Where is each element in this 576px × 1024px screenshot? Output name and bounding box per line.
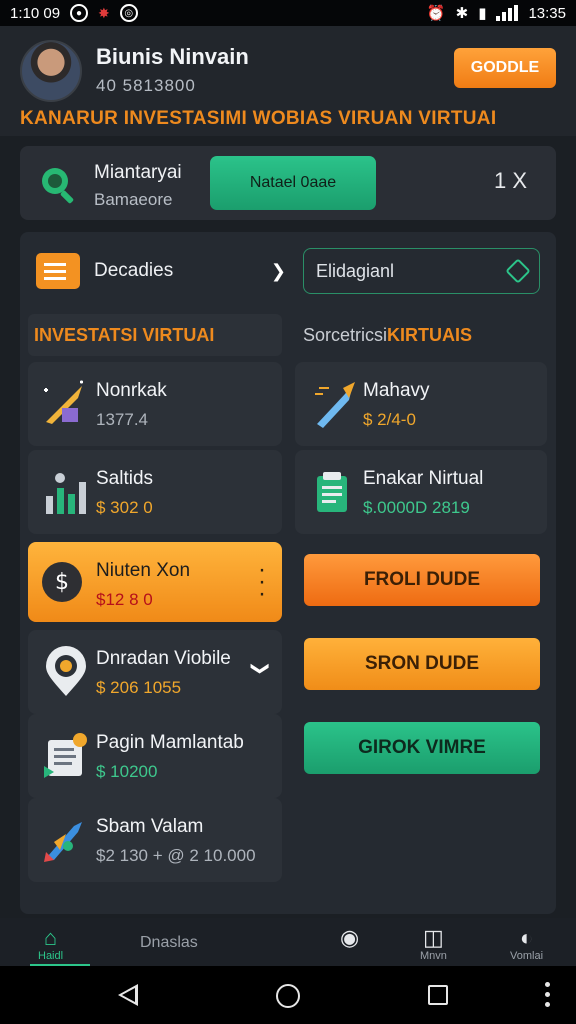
list-item[interactable]: Nonrkak 1377.4 — [28, 362, 282, 446]
chevron-down-icon: ❯ — [270, 260, 286, 281]
rocket-icon — [44, 822, 82, 862]
clipboard-icon — [317, 472, 347, 512]
item-value: $2 130 + @ 2 10.000 — [96, 846, 256, 865]
item-name: Sbam Valam — [96, 816, 204, 837]
search-icon — [42, 168, 74, 204]
status-bar: 1:10 09 ● ✸ ◎ ⏰ ✱ ▮ 13:35 — [0, 0, 576, 26]
promo-title: Miantaryai — [94, 162, 182, 183]
right-section-title: Sorcetricsi KIRTUAIS — [303, 314, 472, 356]
status-time-right: 13:35 — [528, 4, 566, 22]
system-nav-bar — [0, 966, 576, 1024]
location-pin-icon — [46, 646, 86, 696]
signal-icon — [496, 5, 519, 21]
list-icon — [36, 253, 80, 289]
user-name: Biunis Ninvain — [96, 44, 249, 69]
tab-chat[interactable]: ◐ Vomlai — [510, 925, 544, 963]
list-item[interactable]: Dnradan Viobile $ 206 1055 ❯ — [28, 630, 282, 714]
third-action-button[interactable]: GIROK VIMRE — [304, 722, 540, 774]
notification-icon: ● — [70, 4, 89, 22]
promo-card: Miantaryai Bamaeore Natael 0aae 1 X — [20, 146, 556, 220]
settings-icon: ◎ — [119, 4, 138, 22]
header-action-button[interactable]: GODDLE — [454, 48, 556, 88]
profile-header: Biunis Ninvain 40 5813800 GODDLE KANARUR… — [0, 26, 576, 136]
flash-icon: ✸ — [98, 4, 110, 21]
tab-book[interactable]: ◫ Mnvn — [420, 925, 447, 963]
second-action-button[interactable]: SRON DUDE — [304, 638, 540, 690]
left-section-title: INVESTATSI VIRTUAI — [28, 314, 282, 356]
book-icon: ◫ — [423, 925, 444, 950]
tab-label: Mnvn — [420, 950, 447, 962]
avatar[interactable] — [20, 40, 82, 102]
list-item[interactable]: Saltids $ 302 0 — [28, 450, 282, 534]
item-name: Niuten Xon — [96, 560, 191, 581]
filter-value: Elidagianl — [316, 260, 395, 281]
home-button-icon[interactable] — [276, 984, 300, 1008]
item-name: Dnradan Viobile — [96, 648, 231, 669]
item-name: Pagin Mamlantab — [96, 732, 244, 753]
close-icon[interactable]: 1 X — [494, 168, 527, 194]
item-value: $ 206 1055 — [96, 678, 182, 697]
item-value: $ 10200 — [96, 762, 158, 781]
more-options-icon[interactable]: · · · — [258, 558, 266, 606]
coin-icon: ◉ — [340, 925, 360, 950]
right-section-title-accent: KIRTUAIS — [387, 324, 473, 345]
home-icon: ⌂ — [43, 925, 58, 950]
svg-text:$: $ — [55, 570, 69, 595]
more-vertical-icon[interactable] — [545, 982, 550, 1007]
chat-icon: ◐ — [519, 925, 534, 950]
first-action-button[interactable]: FROLI DUDE — [304, 554, 540, 606]
tab-dnaslas[interactable]: Dnaslas — [140, 934, 198, 952]
promo-button[interactable]: Natael 0aae — [210, 156, 376, 210]
bluetooth-icon: ✱ — [455, 5, 469, 22]
chevron-down-icon[interactable]: ❯ — [250, 661, 271, 676]
back-icon[interactable] — [118, 984, 138, 1006]
battery-icon: ▮ — [478, 5, 487, 22]
tab-coin[interactable]: ◉ — [340, 926, 359, 950]
bar-chart-icon — [46, 473, 86, 514]
investment-panel: Decadies ❯ Elidagianl INVESTATSI VIRTUAI… — [20, 232, 556, 914]
recent-apps-icon[interactable] — [428, 985, 448, 1005]
item-value: $ 2/4-0 — [363, 410, 416, 429]
tab-label: Vomlai — [510, 950, 544, 962]
status-time-left: 1:10 09 — [10, 4, 61, 22]
dropdown-label: Decadies — [94, 260, 174, 281]
user-id: 40 5813800 — [96, 76, 196, 95]
alarm-icon: ⏰ — [426, 5, 446, 22]
coin-icon: $ — [42, 562, 82, 602]
list-item[interactable]: Mahavy $ 2/4-0 — [295, 362, 547, 446]
item-name: Nonrkak — [96, 380, 167, 401]
item-value: $12 8 0 — [96, 590, 153, 609]
item-value: 1377.4 — [96, 410, 148, 429]
promo-subtitle: Bamaeore — [94, 190, 173, 209]
tab-label: Dnaslas — [140, 934, 198, 951]
item-name: Enakar Nirtual — [363, 468, 484, 489]
rocket-icon — [315, 382, 355, 428]
item-value: $.0000D 2819 — [363, 498, 470, 517]
filter-input[interactable]: Elidagianl — [303, 248, 540, 294]
list-item[interactable]: Enakar Nirtual $.0000D 2819 — [295, 450, 547, 534]
list-item[interactable]: Sbam Valam $2 130 + @ 2 10.000 — [28, 798, 282, 882]
document-icon — [44, 733, 87, 778]
item-name: Mahavy — [363, 380, 430, 401]
list-item[interactable]: Pagin Mamlantab $ 10200 — [28, 714, 282, 798]
item-name: Saltids — [96, 468, 154, 489]
item-value: $ 302 0 — [96, 498, 153, 517]
banner-title: KANARUR INVESTASIMI WOBIAS VIRUAN VIRTUA… — [20, 108, 497, 129]
tab-label: Haidl — [38, 950, 64, 962]
right-section-title-plain: Sorcetricsi — [303, 324, 388, 345]
list-item-selected[interactable]: $ Niuten Xon $12 8 0 · · · — [28, 542, 282, 622]
tab-home[interactable]: ⌂ Haidl — [38, 925, 64, 963]
rocket-icon — [44, 380, 83, 424]
category-dropdown[interactable]: Decadies ❯ — [36, 248, 286, 294]
bottom-tab-bar: ⌂ Haidl Dnaslas ◉ ◫ Mnvn ◐ Vomlai — [0, 918, 576, 966]
check-icon — [505, 258, 531, 284]
